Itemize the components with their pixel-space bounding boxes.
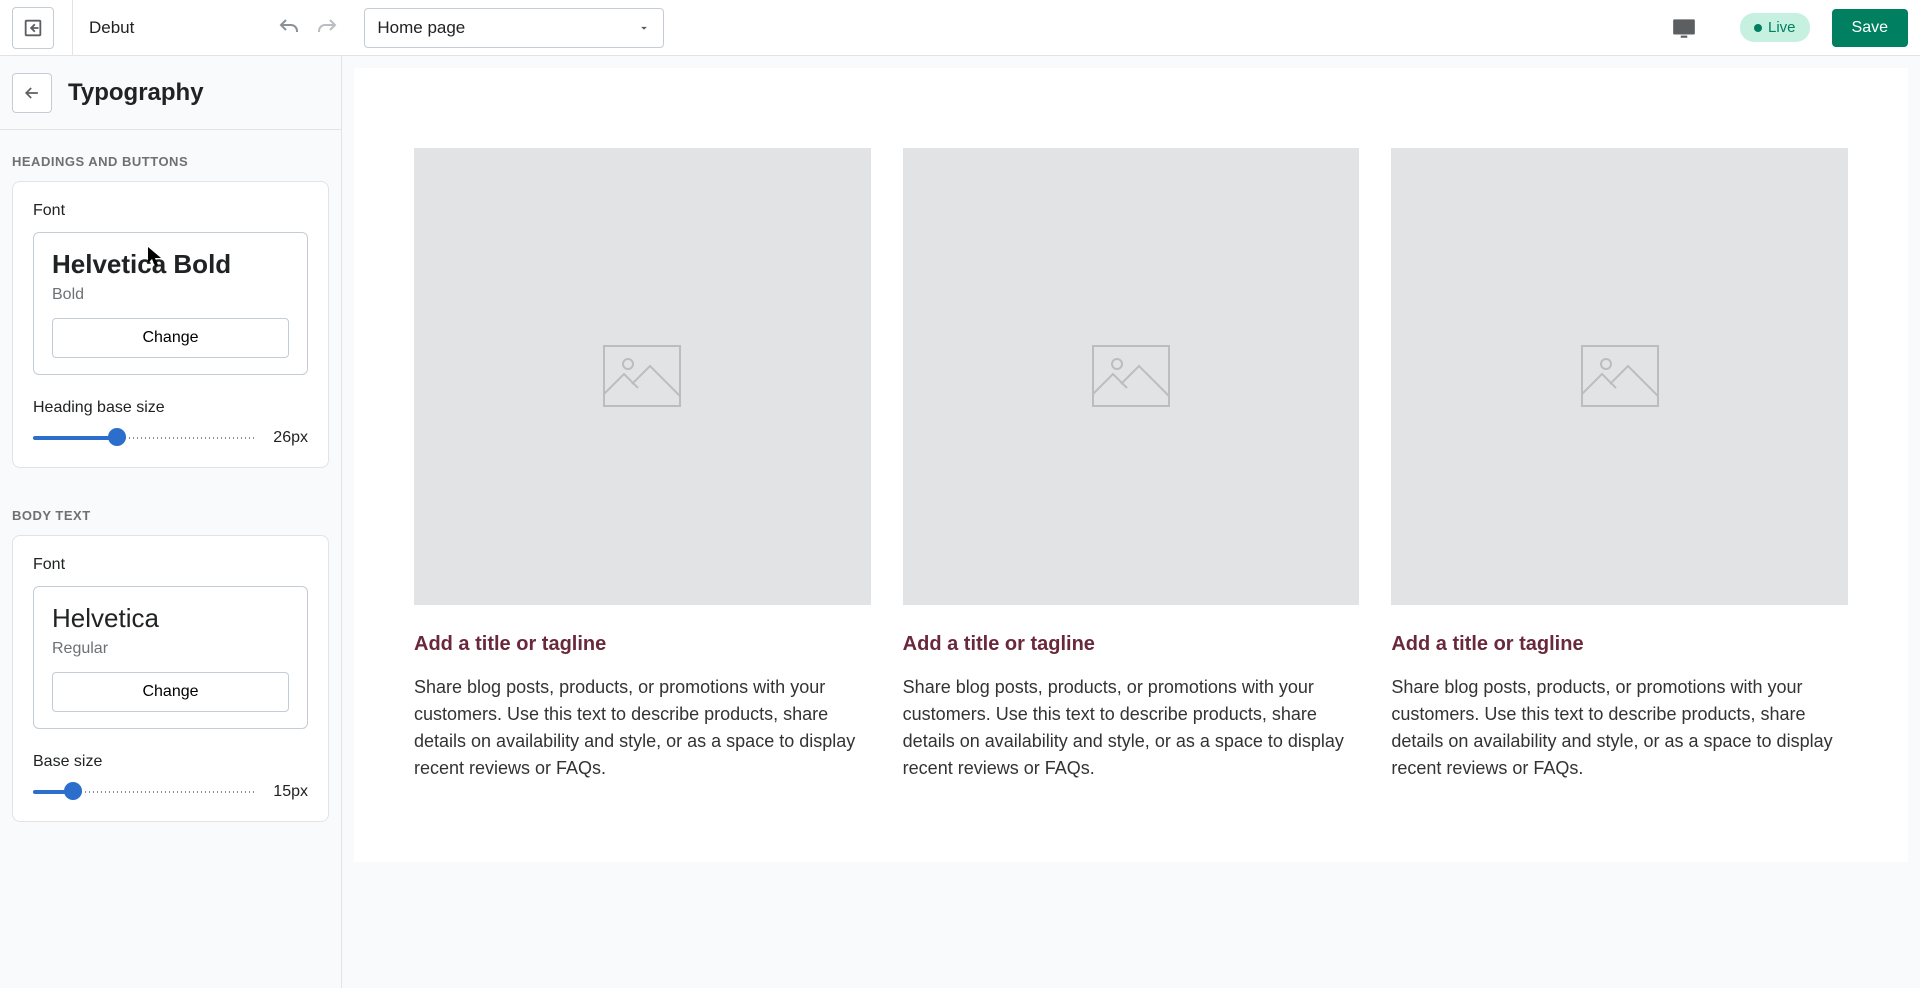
redo-button[interactable] xyxy=(310,11,344,45)
page-selector[interactable]: Home page xyxy=(364,8,664,48)
redo-icon xyxy=(315,16,339,40)
heading-font-weight: Bold xyxy=(52,286,289,304)
column: Add a title or tagline Share blog posts,… xyxy=(903,148,1360,782)
heading-size-slider-row: 26px xyxy=(33,429,308,447)
heading-size-value: 26px xyxy=(266,429,308,447)
column-text: Share blog posts, products, or promotion… xyxy=(414,674,871,782)
body-font-card: Font Helvetica Regular Change Base size … xyxy=(12,535,329,822)
body-font-weight: Regular xyxy=(52,640,289,658)
change-body-font-button[interactable]: Change xyxy=(52,672,289,712)
section-label-body: BODY TEXT xyxy=(0,484,341,535)
body-font-name: Helvetica xyxy=(52,603,289,634)
body-size-slider-row: 15px xyxy=(33,783,308,801)
viewport-button[interactable] xyxy=(1666,10,1702,46)
body-size-label: Base size xyxy=(33,753,308,771)
exit-button[interactable] xyxy=(12,7,54,49)
sidebar-header: Typography xyxy=(0,56,341,130)
columns: Add a title or tagline Share blog posts,… xyxy=(414,148,1848,782)
arrow-left-icon xyxy=(22,83,42,103)
image-placeholder[interactable] xyxy=(414,148,871,605)
column: Add a title or tagline Share blog posts,… xyxy=(1391,148,1848,782)
image-placeholder[interactable] xyxy=(1391,148,1848,605)
undo-icon xyxy=(277,16,301,40)
column-title: Add a title or tagline xyxy=(1391,633,1848,656)
desktop-icon xyxy=(1671,15,1697,41)
font-label: Font xyxy=(33,202,308,220)
divider xyxy=(72,0,73,56)
body-font-box: Helvetica Regular Change xyxy=(33,586,308,729)
sidebar: Typography HEADINGS AND BUTTONS Font Hel… xyxy=(0,56,342,988)
live-dot-icon xyxy=(1754,24,1762,32)
chevron-down-icon xyxy=(637,21,651,35)
image-icon xyxy=(602,344,682,408)
column-title: Add a title or tagline xyxy=(414,633,871,656)
column-title: Add a title or tagline xyxy=(903,633,1360,656)
page-selector-label: Home page xyxy=(377,18,465,38)
sidebar-title: Typography xyxy=(68,79,204,107)
change-heading-font-button[interactable]: Change xyxy=(52,318,289,358)
section-label-headings: HEADINGS AND BUTTONS xyxy=(0,130,341,181)
body-font-label: Font xyxy=(33,556,308,574)
back-button[interactable] xyxy=(12,73,52,113)
image-icon xyxy=(1091,344,1171,408)
heading-font-card: Font Helvetica Bold Bold Change Heading … xyxy=(12,181,329,468)
column: Add a title or tagline Share blog posts,… xyxy=(414,148,871,782)
live-badge: Live xyxy=(1740,13,1810,42)
body-size-value: 15px xyxy=(266,783,308,801)
image-placeholder[interactable] xyxy=(903,148,1360,605)
column-text: Share blog posts, products, or promotion… xyxy=(903,674,1360,782)
live-label: Live xyxy=(1768,19,1796,36)
preview-frame: Add a title or tagline Share blog posts,… xyxy=(354,68,1908,862)
image-icon xyxy=(1580,344,1660,408)
top-bar: Debut Home page Live Save xyxy=(0,0,1920,56)
save-button[interactable]: Save xyxy=(1832,9,1908,47)
body-size-slider[interactable] xyxy=(33,789,254,795)
heading-font-name: Helvetica Bold xyxy=(52,249,289,280)
theme-name: Debut xyxy=(89,18,134,38)
preview-area: Add a title or tagline Share blog posts,… xyxy=(342,56,1920,988)
heading-size-slider[interactable] xyxy=(33,435,254,441)
undo-button[interactable] xyxy=(272,11,306,45)
column-text: Share blog posts, products, or promotion… xyxy=(1391,674,1848,782)
main-area: Typography HEADINGS AND BUTTONS Font Hel… xyxy=(0,56,1920,988)
exit-icon xyxy=(22,17,44,39)
heading-font-box: Helvetica Bold Bold Change xyxy=(33,232,308,375)
heading-size-label: Heading base size xyxy=(33,399,308,417)
history-buttons xyxy=(272,11,344,45)
